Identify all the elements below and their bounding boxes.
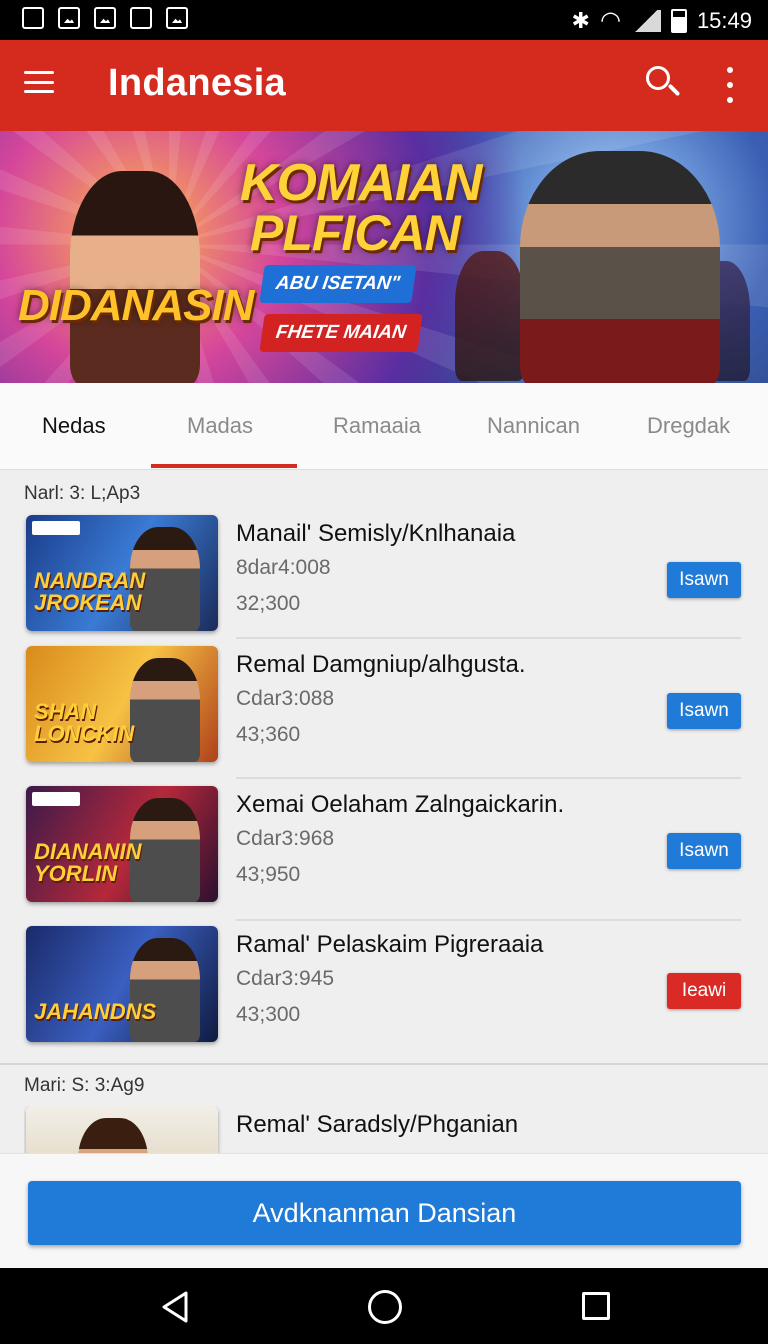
banner-pill-blue: ABU ISETAN" xyxy=(259,265,417,303)
banner-title-line2: PLFICAN xyxy=(250,205,461,261)
banner-pill-red: FHETE MAIAN xyxy=(259,314,423,352)
divider xyxy=(236,919,741,921)
bottom-action-panel: Avdknanman Dansian xyxy=(0,1153,768,1268)
thumbnail-title: JAHANDNS xyxy=(34,999,157,1024)
thumbnail-title: NANDRAN JROKEAN xyxy=(34,568,146,615)
notification-icons xyxy=(22,7,188,29)
game-thumbnail: DIANANIN YORLIN xyxy=(26,786,218,902)
divider xyxy=(236,777,741,779)
banner-warrior-image xyxy=(520,151,720,383)
app-title: Indanesia xyxy=(108,62,286,104)
image-notification-icon xyxy=(58,7,80,29)
tab-nannican[interactable]: Nannican xyxy=(487,413,580,439)
photo-notification-icon xyxy=(166,7,188,29)
app-bar: Indanesia xyxy=(0,40,768,131)
category-tabs: Nedas Madas Ramaaia Nannican Dregdak xyxy=(0,383,768,470)
thumbnail-title: DIANANIN YORLIN xyxy=(34,839,142,886)
item-detail: 8dar4:008 xyxy=(236,556,331,579)
tab-madas[interactable]: Madas xyxy=(187,413,253,439)
game-thumbnail: SHAN LONCKIN xyxy=(26,646,218,762)
thumbnail-title: SHAN LONCKIN xyxy=(34,699,135,746)
item-detail: 43;950 xyxy=(236,863,301,886)
section-divider xyxy=(0,1063,768,1065)
item-detail: 43;300 xyxy=(236,1003,301,1026)
system-navigation-bar xyxy=(0,1268,768,1344)
list-item[interactable]: Remal' Saradsly/Phganian xyxy=(24,1106,744,1153)
item-action-button[interactable]: Isawn xyxy=(667,693,741,729)
list-item[interactable]: NANDRAN JROKEAN Manail' Semisly/Knlhanai… xyxy=(24,515,744,635)
banner-brand: DIDANASIN xyxy=(18,281,254,330)
back-icon[interactable] xyxy=(160,1290,190,1324)
status-bar: ✱ ◠ 15:49 xyxy=(0,0,768,40)
item-title: Manail' Semisly/Knlhanaia xyxy=(236,520,516,547)
battery-icon xyxy=(670,8,687,33)
item-title: Ramal' Pelaskaim Pigreraaia xyxy=(236,931,544,958)
status-indicators: ✱ ◠ 15:49 xyxy=(572,6,752,35)
promo-banner[interactable]: KOMAIAN PLFICAN DIDANASIN ABU ISETAN" FH… xyxy=(0,131,768,383)
banner-heroine-image xyxy=(70,171,200,383)
recent-apps-icon[interactable] xyxy=(582,1292,610,1320)
tab-dregdak[interactable]: Dregdak xyxy=(647,413,730,439)
list-item[interactable]: DIANANIN YORLIN Xemai Oelaham Zalngaicka… xyxy=(24,786,744,906)
wifi-icon: ◠ xyxy=(599,7,621,34)
vibrate-icon: ✱ xyxy=(571,7,590,33)
item-detail: 43;360 xyxy=(236,723,301,746)
item-detail: 32;300 xyxy=(236,592,301,615)
item-action-button[interactable]: Ieawi xyxy=(667,973,741,1009)
menu-icon[interactable] xyxy=(24,71,54,93)
game-thumbnail xyxy=(26,1106,218,1153)
item-detail: Cdar3:945 xyxy=(236,967,335,990)
more-options-icon[interactable] xyxy=(724,67,736,103)
list-item[interactable]: JAHANDNS Ramal' Pelaskaim Pigreraaia Cda… xyxy=(24,926,744,1046)
section-label: Narl: 3: L;Ap3 xyxy=(24,483,141,504)
list-item[interactable]: SHAN LONCKIN Remal Damgniup/alhgusta. Cd… xyxy=(24,646,744,766)
item-action-button[interactable]: Isawn xyxy=(667,562,741,598)
item-title: Remal' Saradsly/Phganian xyxy=(236,1111,519,1138)
banner-character-image xyxy=(455,251,525,381)
search-icon[interactable] xyxy=(644,64,681,104)
item-title: Remal Damgniup/alhgusta. xyxy=(236,651,526,678)
home-icon[interactable] xyxy=(368,1290,402,1324)
item-detail: Cdar3:968 xyxy=(236,827,335,850)
signal-icon xyxy=(630,9,661,32)
item-detail: Cdar3:088 xyxy=(236,687,335,710)
game-thumbnail: JAHANDNS xyxy=(26,926,218,1042)
tab-ramaaia[interactable]: Ramaaia xyxy=(333,413,421,439)
notification-icon xyxy=(22,7,44,29)
tab-nedas[interactable]: Nedas xyxy=(42,413,106,439)
item-action-button[interactable]: Isawn xyxy=(667,833,741,869)
primary-action-button[interactable]: Avdknanman Dansian xyxy=(28,1181,741,1245)
clipboard-notification-icon xyxy=(130,7,152,29)
status-time: 15:49 xyxy=(696,7,752,33)
active-tab-indicator xyxy=(151,464,297,468)
divider xyxy=(236,637,741,639)
gallery-notification-icon xyxy=(94,7,116,29)
section-label: Mari: S: 3:Ag9 xyxy=(24,1075,145,1096)
item-title: Xemai Oelaham Zalngaickarin. xyxy=(236,791,565,818)
game-thumbnail: NANDRAN JROKEAN xyxy=(26,515,218,631)
